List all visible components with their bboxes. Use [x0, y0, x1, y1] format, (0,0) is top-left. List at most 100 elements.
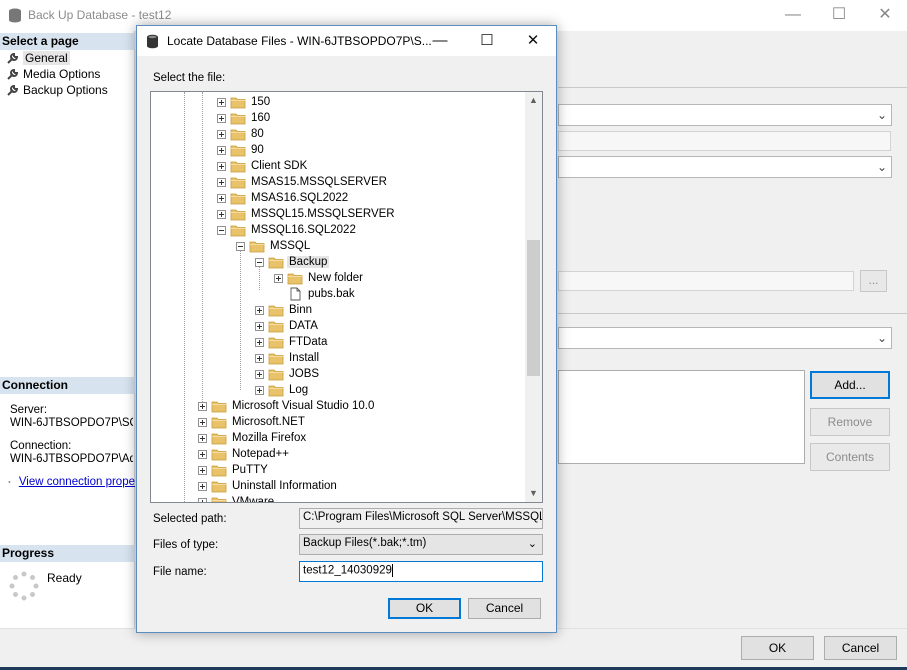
maximize-button[interactable]: ☐	[817, 4, 861, 26]
tree-node[interactable]: Microsoft Visual Studio 10.0	[198, 398, 376, 414]
tree-node-label: 150	[251, 96, 271, 108]
tree-node[interactable]: MSSQL	[236, 238, 312, 254]
tree-node[interactable]: Client SDK	[217, 158, 309, 174]
expand-plus-icon[interactable]	[217, 209, 226, 219]
add-button[interactable]: Add...	[810, 371, 890, 399]
tree-node[interactable]: VMware	[198, 494, 276, 502]
folder-icon	[249, 241, 265, 253]
browse-ellipsis-button[interactable]: ...	[860, 270, 887, 292]
expand-plus-icon[interactable]	[198, 465, 207, 475]
connection-plug-icon	[8, 481, 11, 483]
collapse-minus-icon[interactable]	[217, 225, 226, 235]
tree-vertical-scrollbar[interactable]: ▲ ▼	[525, 92, 542, 502]
wrench-icon	[7, 52, 19, 64]
tree-node[interactable]: Backup	[255, 254, 330, 270]
expand-plus-icon[interactable]	[255, 369, 264, 379]
minimize-button[interactable]: —	[771, 4, 815, 26]
expand-plus-icon[interactable]	[217, 129, 226, 139]
expand-plus-icon[interactable]	[217, 113, 226, 123]
folder-icon	[268, 369, 284, 381]
tree-node[interactable]: Binn	[255, 302, 314, 318]
expand-plus-icon[interactable]	[255, 337, 264, 347]
expand-plus-icon[interactable]	[217, 177, 226, 187]
collapse-minus-icon[interactable]	[255, 257, 264, 267]
close-button[interactable]: ✕	[863, 4, 907, 26]
dialog-ok-button[interactable]: OK	[388, 598, 461, 619]
tree-node[interactable]: 160	[217, 110, 272, 126]
backup-set-field	[558, 271, 854, 291]
tree-node[interactable]: MSAS16.SQL2022	[217, 190, 350, 206]
expand-plus-icon[interactable]	[255, 385, 264, 395]
dialog-cancel-button[interactable]: Cancel	[468, 598, 541, 619]
tree-guide-line	[202, 92, 203, 402]
wrench-icon	[7, 68, 19, 80]
tree-node[interactable]: 90	[217, 142, 266, 158]
expand-plus-icon[interactable]	[255, 305, 264, 315]
tree-node[interactable]: Uninstall Information	[198, 478, 339, 494]
tree-node[interactable]: 150	[217, 94, 272, 110]
folder-icon	[230, 209, 246, 221]
tree-node-label: MSSQL15.MSSQLSERVER	[251, 208, 395, 220]
backup-type-combo[interactable]: ⌄	[558, 156, 892, 178]
file-icon	[290, 287, 301, 301]
tree-node[interactable]: Install	[255, 350, 321, 366]
expand-plus-icon[interactable]	[274, 273, 283, 283]
file-name-input[interactable]: test12_14030929	[299, 561, 543, 582]
cancel-button[interactable]: Cancel	[824, 636, 897, 660]
page-item-backup-options[interactable]: Backup Options	[6, 82, 108, 98]
folder-icon	[287, 273, 303, 285]
files-of-type-select[interactable]: Backup Files(*.bak;*.tm) ⌄	[299, 534, 543, 555]
destination-listbox[interactable]	[558, 370, 805, 464]
tree-node[interactable]: FTData	[255, 334, 329, 350]
locate-database-files-dialog: Locate Database Files - WIN-6JTBSOPDO7P\…	[136, 25, 557, 633]
tree-node-label: 160	[251, 112, 271, 124]
view-connection-properties-link[interactable]: View connection prope	[19, 476, 135, 488]
tree-node[interactable]: Notepad++	[198, 446, 291, 462]
expand-plus-icon[interactable]	[198, 417, 207, 427]
expand-plus-icon[interactable]	[255, 353, 264, 363]
tree-node[interactable]: JOBS	[255, 366, 321, 382]
tree-node-label: 90	[251, 144, 264, 156]
tree-node[interactable]: Mozilla Firefox	[198, 430, 308, 446]
expand-plus-icon[interactable]	[198, 497, 207, 502]
expand-plus-icon[interactable]	[217, 161, 226, 171]
database-combo[interactable]: ⌄	[558, 104, 892, 126]
page-item-media-options[interactable]: Media Options	[6, 66, 100, 82]
tree-node[interactable]: Microsoft.NET	[198, 414, 307, 430]
dialog-maximize-button[interactable]: ☐	[467, 30, 507, 52]
tree-node[interactable]: 80	[217, 126, 266, 142]
expand-plus-icon[interactable]	[217, 97, 226, 107]
ok-button[interactable]: OK	[741, 636, 814, 660]
remove-button[interactable]: Remove	[810, 408, 890, 436]
scroll-up-arrow-icon[interactable]: ▲	[525, 92, 542, 109]
expand-plus-icon[interactable]	[255, 321, 264, 331]
expand-plus-icon[interactable]	[217, 193, 226, 203]
contents-button[interactable]: Contents	[810, 443, 890, 471]
tree-node[interactable]: MSAS15.MSSQLSERVER	[217, 174, 389, 190]
selected-path-field[interactable]: C:\Program Files\Microsoft SQL Server\MS…	[299, 508, 543, 529]
expand-plus-icon[interactable]	[198, 401, 207, 411]
tree-node[interactable]: Log	[255, 382, 310, 398]
tree-node[interactable]: New folder	[274, 270, 365, 286]
tree-node-label: MSSQL	[270, 240, 311, 252]
expand-plus-icon[interactable]	[198, 481, 207, 491]
expand-plus-icon[interactable]	[198, 433, 207, 443]
folder-icon	[211, 417, 227, 429]
scrollbar-thumb[interactable]	[527, 240, 540, 376]
folder-icon	[230, 129, 246, 141]
tree-node[interactable]: pubs.bak	[274, 286, 357, 302]
tree-node[interactable]: MSSQL15.MSSQLSERVER	[217, 206, 397, 222]
folder-icon	[268, 321, 284, 333]
file-tree[interactable]: 150 160 80 90 Client SDK MSAS15.MSSQLSERVER MS…	[150, 91, 543, 503]
dialog-minimize-button[interactable]: —	[420, 30, 460, 52]
tree-node[interactable]: MSSQL16.SQL2022	[217, 222, 358, 238]
back-up-to-combo[interactable]: ⌄	[558, 327, 892, 349]
scroll-down-arrow-icon[interactable]: ▼	[525, 485, 542, 502]
dialog-close-button[interactable]: ✕	[513, 30, 553, 52]
page-item-general[interactable]: General	[6, 50, 70, 66]
tree-node[interactable]: PuTTY	[198, 462, 270, 478]
tree-node[interactable]: DATA	[255, 318, 320, 334]
expand-plus-icon[interactable]	[217, 145, 226, 155]
expand-plus-icon[interactable]	[198, 449, 207, 459]
collapse-minus-icon[interactable]	[236, 241, 245, 251]
